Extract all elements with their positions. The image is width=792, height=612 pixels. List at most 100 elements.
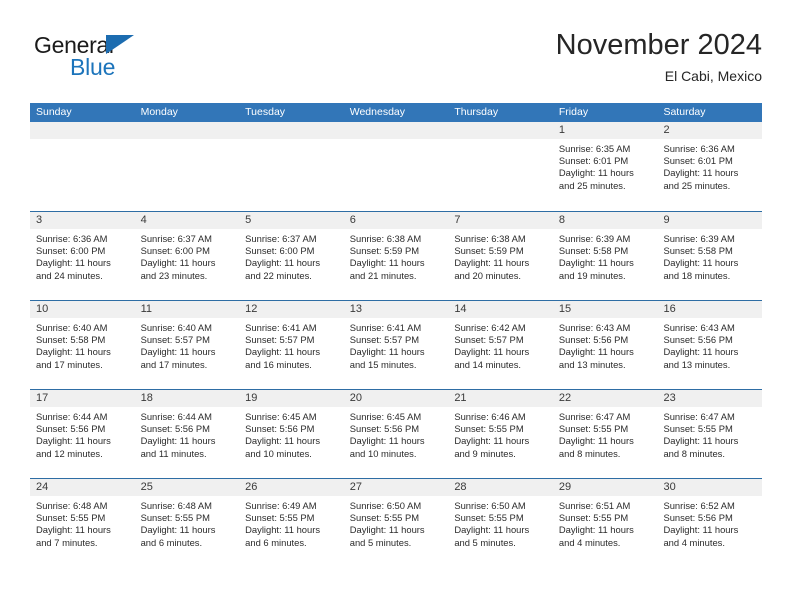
day-number: 2 — [663, 124, 670, 136]
daylight-duration-line1: Daylight: 11 hours — [663, 346, 739, 358]
sunrise-time: Sunrise: 6:47 AM — [558, 411, 631, 422]
sunset-time: Sunset: 6:00 PM — [36, 245, 106, 257]
daylight-duration-line1: Daylight: 11 hours — [140, 524, 216, 536]
daylight-duration-line1: Daylight: 11 hours — [663, 257, 739, 269]
day-number-strip: 12 — [239, 301, 344, 318]
day-details: Sunrise: 6:37 AM Sunset: 6:00 PM Daylight:… — [135, 229, 240, 282]
daylight-duration-line1: Daylight: 11 hours — [140, 257, 216, 269]
day-number: 18 — [140, 392, 153, 404]
sunset-time: Sunset: 5:58 PM — [558, 245, 629, 257]
daylight-duration-line2: and 4 minutes. — [558, 536, 621, 548]
day-cell[interactable]: 20 Sunrise: 6:45 AM Sunset: 5:56 PM Dayligh… — [343, 390, 449, 478]
day-cell[interactable]: 30 Sunrise: 6:52 AM Sunset: 5:56 PM Dayligh… — [657, 479, 763, 567]
day-number-strip: 5 — [239, 212, 344, 229]
day-cell[interactable]: 16 Sunrise: 6:43 AM Sunset: 5:56 PM Dayligh… — [657, 301, 763, 389]
day-number: 12 — [245, 303, 258, 315]
day-number: 11 — [140, 303, 152, 315]
day-cell[interactable]: 26 Sunrise: 6:49 AM Sunset: 5:55 PM Dayligh… — [239, 479, 344, 567]
daylight-duration-line2: and 16 minutes. — [245, 358, 312, 370]
day-details: Sunrise: 6:39 AM Sunset: 5:58 PM Daylight:… — [657, 229, 762, 282]
day-number-strip: 22 — [552, 390, 658, 407]
daylight-duration-line2: and 9 minutes. — [454, 447, 516, 459]
daylight-duration-line2: and 21 minutes. — [349, 269, 417, 281]
daylight-duration-line2: and 18 minutes. — [663, 269, 731, 281]
day-cell[interactable]: 21 Sunrise: 6:46 AM Sunset: 5:55 PM Dayligh… — [448, 390, 553, 478]
day-cell[interactable]: 7 Sunrise: 6:38 AM Sunset: 5:59 PM Daylight… — [448, 212, 553, 300]
sunset-time: Sunset: 6:00 PM — [245, 245, 315, 257]
day-details: Sunrise: 6:45 AM Sunset: 5:56 PM Daylight:… — [344, 407, 449, 460]
sunrise-time: Sunrise: 6:50 AM — [454, 500, 526, 511]
day-cell[interactable]: 1 Sunrise: 6:35 AM Sunset: 6:01 PM Daylight… — [552, 122, 658, 211]
sunset-time: Sunset: 5:57 PM — [245, 334, 315, 346]
sunrise-time: Sunrise: 6:48 AM — [36, 500, 108, 511]
day-cell[interactable]: 12 Sunrise: 6:41 AM Sunset: 5:57 PM Dayligh… — [239, 301, 344, 389]
daylight-duration-line1: Daylight: 11 hours — [663, 435, 739, 447]
day-cell[interactable]: 9 Sunrise: 6:39 AM Sunset: 5:58 PM Daylight… — [657, 212, 763, 300]
page-header: General Blue November 2024 El Cabi, Mexi… — [30, 28, 762, 94]
daylight-duration-line2: and 19 minutes. — [558, 269, 626, 281]
day-number-strip: 24 — [30, 479, 135, 496]
day-cell[interactable]: 3 Sunrise: 6:36 AM Sunset: 6:00 PM Daylight… — [30, 212, 135, 300]
daylight-duration-line1: Daylight: 11 hours — [349, 435, 425, 447]
daylight-duration-line2: and 10 minutes. — [245, 447, 312, 459]
day-details: Sunrise: 6:39 AM Sunset: 5:58 PM Daylight:… — [553, 229, 658, 282]
daylight-duration-line2: and 17 minutes. — [140, 358, 208, 370]
day-number-strip: 15 — [552, 301, 658, 318]
day-number-strip: 23 — [657, 390, 763, 407]
day-cell[interactable]: 10 Sunrise: 6:40 AM Sunset: 5:58 PM Dayligh… — [30, 301, 135, 389]
sunset-time: Sunset: 5:56 PM — [349, 423, 420, 435]
day-details: Sunrise: 6:51 AM Sunset: 5:55 PM Daylight:… — [553, 496, 658, 549]
day-cell[interactable]: 22 Sunrise: 6:47 AM Sunset: 5:55 PM Dayligh… — [552, 390, 658, 478]
sunset-time: Sunset: 5:56 PM — [140, 423, 210, 435]
day-details: Sunrise: 6:40 AM Sunset: 5:58 PM Daylight:… — [30, 318, 135, 371]
daylight-duration-line1: Daylight: 11 hours — [558, 346, 634, 358]
daylight-duration-line2: and 12 minutes. — [36, 447, 103, 459]
day-cell[interactable]: 24 Sunrise: 6:48 AM Sunset: 5:55 PM Dayligh… — [30, 479, 135, 567]
day-cell[interactable]: 19 Sunrise: 6:45 AM Sunset: 5:56 PM Dayligh… — [239, 390, 344, 478]
daylight-duration-line1: Daylight: 11 hours — [558, 435, 634, 447]
day-cell[interactable]: 29 Sunrise: 6:51 AM Sunset: 5:55 PM Dayligh… — [552, 479, 658, 567]
day-cell[interactable]: 13 Sunrise: 6:41 AM Sunset: 5:57 PM Dayligh… — [343, 301, 449, 389]
day-number-strip: 1 — [552, 122, 658, 139]
sunrise-time: Sunrise: 6:41 AM — [245, 322, 317, 333]
day-number: 1 — [558, 124, 566, 136]
day-cell[interactable]: 6 Sunrise: 6:38 AM Sunset: 5:59 PM Daylight… — [343, 212, 449, 300]
sunrise-time: Sunrise: 6:43 AM — [558, 322, 631, 333]
sunrise-time: Sunrise: 6:40 AM — [36, 322, 108, 333]
daylight-duration-line1: Daylight: 11 hours — [454, 346, 530, 358]
day-cell[interactable]: 2 Sunrise: 6:36 AM Sunset: 6:01 PM Daylight… — [657, 122, 763, 211]
day-cell-empty — [134, 122, 240, 211]
day-cell[interactable]: 17 Sunrise: 6:44 AM Sunset: 5:56 PM Dayligh… — [30, 390, 135, 478]
day-number: 23 — [663, 392, 676, 404]
daylight-duration-line1: Daylight: 11 hours — [663, 167, 739, 179]
day-cell[interactable]: 27 Sunrise: 6:50 AM Sunset: 5:55 PM Dayligh… — [343, 479, 449, 567]
sunset-time: Sunset: 6:01 PM — [663, 155, 733, 167]
sunset-time: Sunset: 5:56 PM — [36, 423, 106, 435]
page-subtitle: El Cabi, Mexico — [664, 68, 762, 84]
daylight-duration-line1: Daylight: 11 hours — [245, 257, 321, 269]
daylight-duration-line2: and 17 minutes. — [36, 358, 103, 370]
daylight-duration-line1: Daylight: 11 hours — [558, 167, 634, 179]
sunset-time: Sunset: 5:56 PM — [245, 423, 315, 435]
day-cell[interactable]: 5 Sunrise: 6:37 AM Sunset: 6:00 PM Daylight… — [239, 212, 344, 300]
day-number: 30 — [663, 481, 676, 493]
day-cell[interactable]: 25 Sunrise: 6:48 AM Sunset: 5:55 PM Dayligh… — [134, 479, 240, 567]
day-cell[interactable]: 4 Sunrise: 6:37 AM Sunset: 6:00 PM Daylight… — [134, 212, 240, 300]
day-number: 19 — [245, 392, 258, 404]
daylight-duration-line1: Daylight: 11 hours — [454, 524, 530, 536]
sunrise-time: Sunrise: 6:36 AM — [36, 233, 108, 244]
sunrise-time: Sunrise: 6:39 AM — [558, 233, 631, 244]
day-cell[interactable]: 18 Sunrise: 6:44 AM Sunset: 5:56 PM Dayligh… — [134, 390, 240, 478]
day-number-strip: 25 — [134, 479, 240, 496]
sunset-time: Sunset: 5:56 PM — [663, 334, 733, 346]
day-cell[interactable]: 8 Sunrise: 6:39 AM Sunset: 5:58 PM Daylight… — [552, 212, 658, 300]
day-details: Sunrise: 6:44 AM Sunset: 5:56 PM Daylight:… — [30, 407, 135, 460]
day-cell[interactable]: 14 Sunrise: 6:42 AM Sunset: 5:57 PM Dayligh… — [448, 301, 553, 389]
general-blue-logo[interactable]: General Blue — [34, 32, 214, 88]
day-cell[interactable]: 23 Sunrise: 6:47 AM Sunset: 5:55 PM Dayligh… — [657, 390, 763, 478]
day-number: 25 — [140, 481, 153, 493]
day-cell[interactable]: 28 Sunrise: 6:50 AM Sunset: 5:55 PM Dayligh… — [448, 479, 553, 567]
day-cell[interactable]: 11 Sunrise: 6:40 AM Sunset: 5:57 PM Dayligh… — [134, 301, 240, 389]
sunrise-time: Sunrise: 6:45 AM — [349, 411, 422, 422]
day-cell[interactable]: 15 Sunrise: 6:43 AM Sunset: 5:56 PM Dayligh… — [552, 301, 658, 389]
